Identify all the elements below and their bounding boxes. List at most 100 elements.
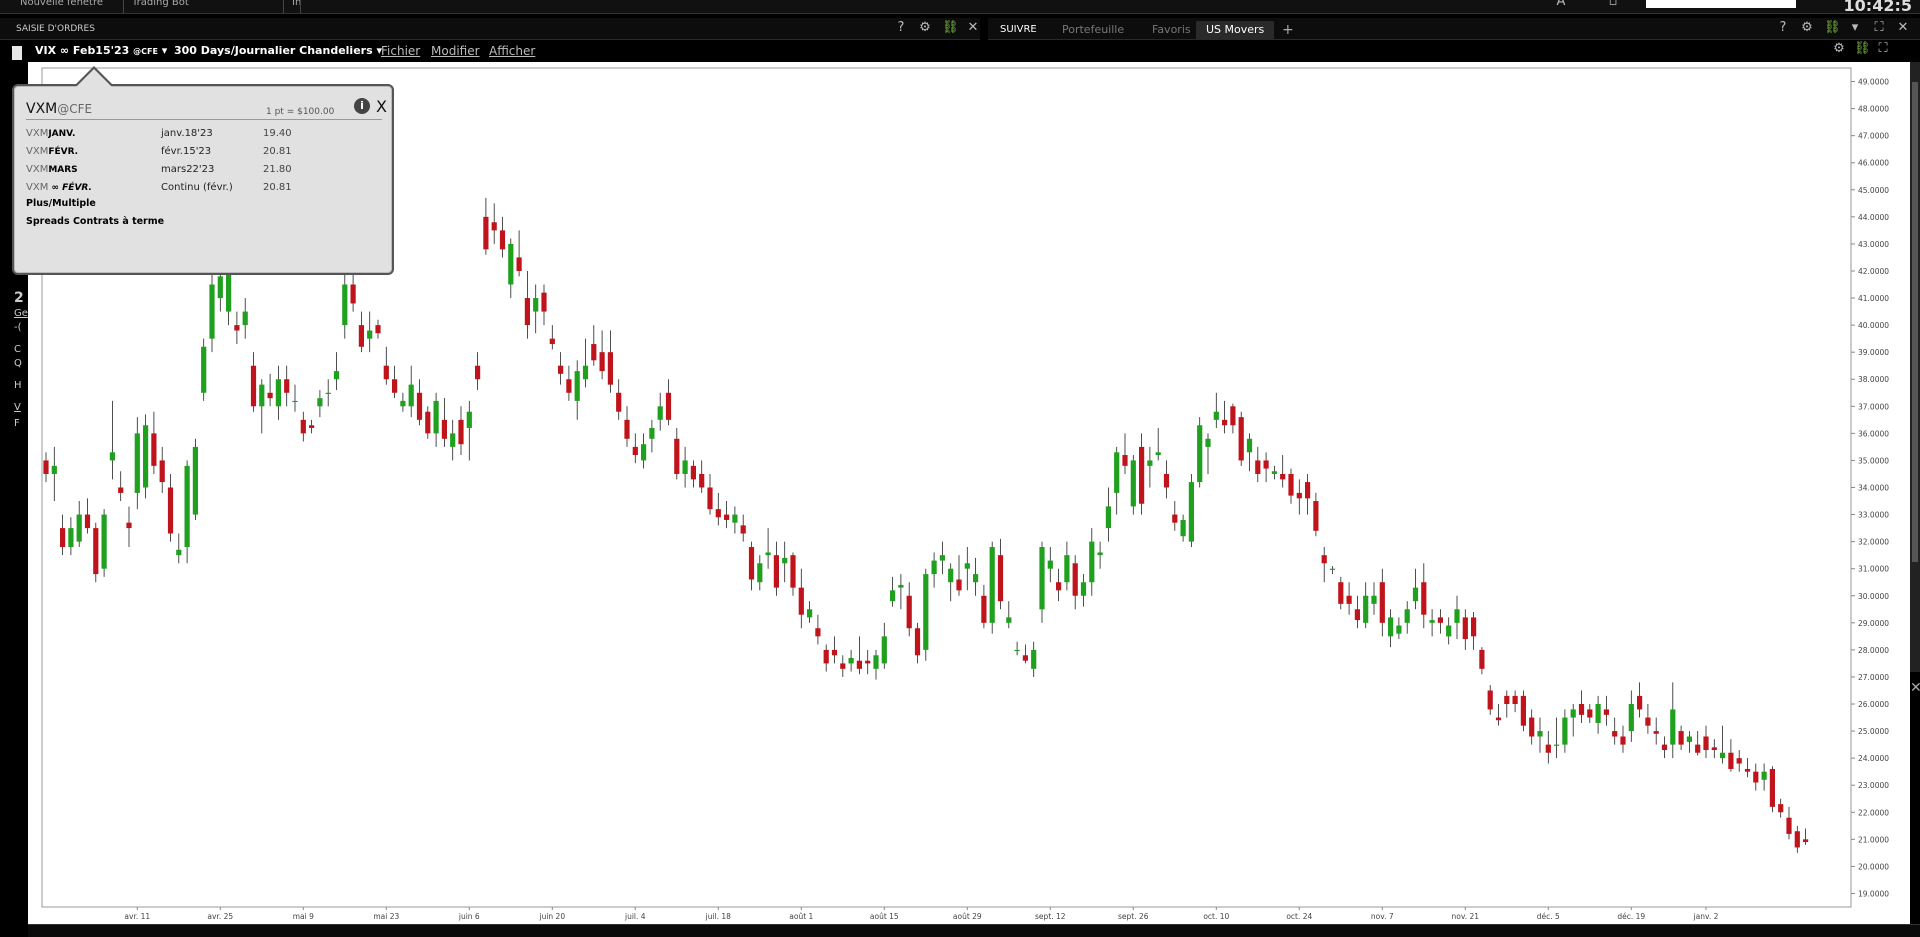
candle-body — [1039, 547, 1045, 610]
futures-spreads-link[interactable]: Spreads Contrats à terme — [26, 216, 164, 227]
candle-body — [665, 392, 672, 420]
trading-bot-button[interactable]: Trading Bot — [124, 0, 284, 13]
candle-body — [1404, 609, 1410, 623]
candle-body — [964, 563, 970, 569]
menu-afficher[interactable]: Afficher — [489, 44, 535, 58]
candle-body — [948, 568, 954, 583]
contract-row[interactable]: VXMFÉVR. févr.15'23 20.81 — [26, 146, 326, 160]
candle-body — [101, 514, 107, 569]
y-tick-label: 48.0000 — [1858, 105, 1889, 114]
close-icon[interactable]: ✕ — [1896, 21, 1910, 35]
contract-row[interactable]: VXMMARS mars22'23 21.80 — [26, 164, 326, 178]
close-icon[interactable]: ✕ — [1910, 680, 1920, 720]
link-icon[interactable]: ⛓ — [1854, 42, 1871, 56]
contract-row[interactable]: VXM ∞ FÉVR. Continu (févr.) 20.81 — [26, 182, 326, 196]
link-icon[interactable]: ⛓ — [1824, 21, 1841, 35]
link-icon[interactable]: ⛓ — [942, 21, 959, 35]
vertical-scrollbar[interactable] — [1910, 62, 1920, 672]
contract-expiry: Continu (févr.) — [161, 182, 233, 193]
help-icon[interactable]: ? — [894, 21, 908, 35]
candle-body — [1720, 752, 1726, 759]
a-icon[interactable]: A — [1554, 0, 1568, 9]
candle-body — [1761, 771, 1767, 780]
candle-body — [234, 325, 240, 331]
help-icon[interactable]: ? — [1776, 21, 1790, 35]
info-button[interactable]: Infos — [284, 0, 301, 13]
gear-icon[interactable]: ⚙ — [1800, 21, 1814, 35]
popup-exchange: @CFE — [57, 102, 93, 116]
candle-body — [1296, 492, 1302, 499]
more-multiple-link[interactable]: Plus/Multiple — [26, 198, 96, 209]
candle-body — [458, 419, 464, 445]
gear-icon[interactable]: ⚙ — [918, 21, 932, 35]
horizontal-scrollbar[interactable] — [28, 924, 1920, 937]
candle-body — [1786, 817, 1792, 834]
candle-body — [641, 444, 647, 461]
candle-body — [1620, 736, 1626, 745]
candle-body — [1014, 649, 1020, 652]
candle-body — [1479, 649, 1485, 669]
candle-body — [740, 525, 746, 534]
contract-price: 20.81 — [263, 182, 292, 193]
candle-body — [309, 425, 315, 428]
expand-icon[interactable]: ⛶ — [1872, 21, 1886, 35]
candle-body — [973, 574, 979, 583]
gear-icon[interactable]: ⚙ — [1832, 42, 1846, 56]
close-icon[interactable]: ✕ — [966, 21, 980, 35]
close-icon[interactable]: X — [376, 97, 387, 116]
info-icon[interactable]: i — [354, 98, 370, 114]
candle-body — [143, 425, 149, 488]
tab-portefeuille[interactable]: Portefeuille — [1052, 21, 1134, 39]
candle-body — [591, 344, 597, 361]
scrollbar-thumb[interactable] — [1912, 82, 1918, 562]
candle-body — [1686, 736, 1692, 742]
expand-icon[interactable]: ⛶ — [1876, 42, 1890, 56]
candle-body — [425, 411, 431, 434]
search-input[interactable] — [1646, 0, 1796, 8]
candle-body — [1462, 617, 1468, 640]
new-window-button[interactable]: Nouvelle fenêtre — [12, 0, 124, 13]
candle-body — [923, 574, 929, 650]
contract-row[interactable]: VXMJANV. janv.18'23 19.40 — [26, 128, 326, 142]
candle-body — [815, 628, 821, 637]
candle-body — [1288, 473, 1294, 496]
candle-body — [599, 352, 605, 372]
candle-body — [51, 465, 57, 474]
clock: 10:42:5 — [1843, 0, 1912, 15]
x-tick-label: avr. 11 — [124, 912, 150, 921]
y-tick-label: 33.0000 — [1858, 511, 1889, 520]
symbol-selector[interactable]: VIX ∞ Feb15'23 @CFE ▾ — [35, 44, 167, 57]
lock-icon[interactable]: ▫ — [1606, 0, 1620, 9]
candle-body — [242, 311, 248, 326]
candle-body — [1554, 744, 1560, 746]
candle-body — [765, 552, 771, 556]
y-tick-label: 23.0000 — [1858, 781, 1889, 790]
candle-body — [383, 365, 389, 380]
candle-body — [1794, 831, 1800, 848]
candle-body — [1628, 704, 1634, 732]
add-tab-button[interactable]: + — [1272, 21, 1304, 39]
candle-body — [682, 460, 688, 474]
tab-us-movers[interactable]: US Movers — [1196, 21, 1275, 39]
menu-modifier[interactable]: Modifier — [431, 44, 480, 58]
tab-suivre[interactable]: SUIVRE — [990, 21, 1047, 39]
candle-body — [1495, 717, 1502, 721]
candle-body — [1429, 620, 1435, 623]
candle-body — [1769, 768, 1775, 807]
menu-fichier[interactable]: Fichier — [381, 44, 420, 58]
tab-favoris[interactable]: Favoris — [1142, 21, 1201, 39]
candle-body — [226, 270, 232, 312]
candle-body — [499, 230, 506, 250]
candle-body — [342, 284, 348, 326]
x-tick-label: sept. 26 — [1118, 912, 1149, 921]
candle-body — [1080, 582, 1087, 596]
candle-body — [43, 460, 49, 474]
candle-body — [632, 446, 638, 456]
y-tick-label: 19.0000 — [1858, 889, 1889, 898]
chevron-down-icon[interactable]: ▾ — [1848, 21, 1862, 35]
period-selector[interactable]: 300 Days/Journalier Chandeliers ▾ — [174, 44, 382, 57]
candle-body — [1271, 471, 1277, 474]
candle-body — [1537, 731, 1543, 737]
y-tick-label: 42.0000 — [1858, 267, 1889, 276]
candle-body — [1753, 771, 1759, 783]
